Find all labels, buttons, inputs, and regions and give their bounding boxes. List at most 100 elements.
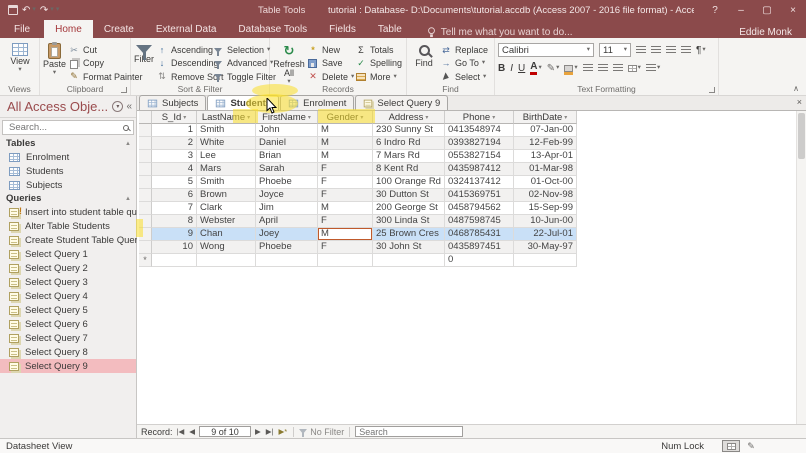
column-filter-icon[interactable]: ▾ xyxy=(183,114,186,121)
cell-r6-address[interactable]: 30 Dutton St xyxy=(373,189,445,202)
paste-button[interactable]: Paste ▾ xyxy=(43,40,66,83)
nav-item-enrolment[interactable]: Enrolment xyxy=(0,150,136,164)
ascending-button[interactable]: ↑ Ascending xyxy=(154,44,210,56)
nav-item-select-query-5[interactable]: Select Query 5 xyxy=(0,303,136,317)
cell-r3-address[interactable]: 7 Mars Rd xyxy=(373,150,445,163)
cell-r1-lastname[interactable]: Smith xyxy=(197,124,256,137)
row-selector-3[interactable] xyxy=(139,150,152,163)
cell-r4-phone[interactable]: 0435987412 xyxy=(445,163,514,176)
cell-r10-phone[interactable]: 0435897451 xyxy=(445,241,514,254)
column-filter-icon[interactable]: ▾ xyxy=(308,114,311,121)
numbering-button[interactable] xyxy=(651,46,661,54)
cell-r5-address[interactable]: 100 Orange Rd xyxy=(373,176,445,189)
refresh-all-button[interactable]: ↻ Refresh All ▾ xyxy=(273,40,305,83)
new-blank-record-button[interactable]: ▶* xyxy=(278,426,289,438)
cell-r7-firstname[interactable]: Jim xyxy=(256,202,318,215)
underline-button[interactable]: U xyxy=(518,63,525,74)
cell-r10-birthdate[interactable]: 30-May-97 xyxy=(514,241,577,254)
align-right-button[interactable] xyxy=(613,64,623,72)
nav-item-alter-table-students[interactable]: Alter Table Students xyxy=(0,219,136,233)
ribbon-tab-table[interactable]: Table xyxy=(367,20,413,38)
remove-sort-button[interactable]: ⇅ Remove Sort xyxy=(154,71,210,83)
nav-item-select-query-1[interactable]: Select Query 1 xyxy=(0,247,136,261)
decrease-indent-button[interactable] xyxy=(666,46,676,54)
row-selector-9[interactable] xyxy=(139,228,152,241)
close-object-icon[interactable]: × xyxy=(797,97,802,107)
column-header-phone[interactable]: Phone▾ xyxy=(445,111,514,124)
collapse-group-icon[interactable]: ▲ xyxy=(125,141,131,147)
cell-r1-phone[interactable]: 0413548974 xyxy=(445,124,514,137)
cell-r7-gender[interactable]: M xyxy=(318,202,373,215)
cell-r2-birthdate[interactable]: 12-Feb-99 xyxy=(514,137,577,150)
cell-r7-address[interactable]: 200 George St xyxy=(373,202,445,215)
cell-r4-s-id[interactable]: 4 xyxy=(152,163,197,176)
selection-button[interactable]: Selection ▾ xyxy=(210,44,278,56)
column-filter-icon[interactable]: ▾ xyxy=(247,114,250,121)
cell-r7-s-id[interactable]: 7 xyxy=(152,202,197,215)
ribbon-tab-home[interactable]: Home xyxy=(44,20,93,38)
clipboard-dialog-launcher[interactable] xyxy=(121,87,127,93)
filter-button[interactable]: Filter xyxy=(134,40,154,83)
cell-r9-s-id[interactable]: 9 xyxy=(152,228,197,241)
align-center-button[interactable] xyxy=(598,64,608,72)
column-header-s-id[interactable]: S_Id▾ xyxy=(152,111,197,124)
gridlines-button[interactable]: ▾ xyxy=(628,65,641,72)
customize-qat-button[interactable]: ▾ xyxy=(56,7,60,13)
cell-r6-lastname[interactable]: Brown xyxy=(197,189,256,202)
shutter-bar-close-icon[interactable]: « xyxy=(126,101,132,112)
column-filter-icon[interactable]: ▾ xyxy=(360,114,363,121)
more-button[interactable]: More ▾ xyxy=(353,71,404,83)
record-search-input[interactable] xyxy=(355,426,463,437)
background-color-button[interactable]: ▾ xyxy=(564,65,577,72)
new-row-lastname[interactable] xyxy=(197,254,256,267)
totals-button[interactable]: Σ Totals xyxy=(353,44,404,56)
nav-item-subjects[interactable]: Subjects xyxy=(0,178,136,192)
cell-r9-phone[interactable]: 0468785431 xyxy=(445,228,514,241)
cell-r5-birthdate[interactable]: 01-Oct-00 xyxy=(514,176,577,189)
cell-r10-address[interactable]: 30 John St xyxy=(373,241,445,254)
toggle-filter-button[interactable]: Toggle Filter xyxy=(210,71,278,83)
highlight-color-button[interactable]: ✎ ▾ xyxy=(547,63,560,74)
new-row-address[interactable] xyxy=(373,254,445,267)
nav-item-create-student-table-query[interactable]: Create Student Table Query xyxy=(0,233,136,247)
new-row-gender[interactable] xyxy=(318,254,373,267)
cell-r10-gender[interactable]: F xyxy=(318,241,373,254)
advanced-button[interactable]: Advanced ▾ xyxy=(210,57,278,69)
text-formatting-dialog-launcher[interactable] xyxy=(709,87,715,93)
go-to-button[interactable]: → Go To ▾ xyxy=(438,57,490,69)
cell-r8-s-id[interactable]: 8 xyxy=(152,215,197,228)
cell-r4-firstname[interactable]: Sarah xyxy=(256,163,318,176)
previous-record-button[interactable]: ◀ xyxy=(188,426,196,438)
cell-r6-s-id[interactable]: 6 xyxy=(152,189,197,202)
descending-button[interactable]: ↓ Descending xyxy=(154,57,210,69)
redo-button[interactable]: ↷ xyxy=(40,5,48,16)
nav-item-select-query-6[interactable]: Select Query 6 xyxy=(0,317,136,331)
undo-button[interactable]: ↶ xyxy=(22,5,30,16)
cell-r5-s-id[interactable]: 5 xyxy=(152,176,197,189)
nav-item-select-query-3[interactable]: Select Query 3 xyxy=(0,275,136,289)
delete-record-button[interactable]: ✕ Delete ▾ xyxy=(305,71,353,83)
nav-item-students[interactable]: Students xyxy=(0,164,136,178)
new-row-phone[interactable]: 0 xyxy=(445,254,514,267)
cell-r1-address[interactable]: 230 Sunny St xyxy=(373,124,445,137)
cell-r1-gender[interactable]: M xyxy=(318,124,373,137)
cell-r2-lastname[interactable]: White xyxy=(197,137,256,150)
navigation-pane-menu-icon[interactable]: ▾ xyxy=(112,101,123,112)
cell-r8-gender[interactable]: F xyxy=(318,215,373,228)
italic-button[interactable]: I xyxy=(510,63,513,74)
scrollbar-thumb[interactable] xyxy=(798,113,805,159)
file-tab[interactable]: File xyxy=(0,20,44,38)
row-selector-8[interactable] xyxy=(139,215,152,228)
minimize-button[interactable]: – xyxy=(728,0,754,20)
cell-r4-address[interactable]: 8 Kent Rd xyxy=(373,163,445,176)
save-record-button[interactable]: Save xyxy=(305,57,353,69)
cell-r7-birthdate[interactable]: 15-Sep-99 xyxy=(514,202,577,215)
no-filter-button[interactable]: No Filter xyxy=(299,427,344,437)
navigation-search-box[interactable] xyxy=(2,120,134,135)
cell-r7-lastname[interactable]: Clark xyxy=(197,202,256,215)
find-button[interactable]: Find xyxy=(410,40,438,83)
view-button[interactable]: View ▾ xyxy=(3,40,37,83)
row-selector-1[interactable] xyxy=(139,124,152,137)
new-row-selector[interactable]: * xyxy=(139,254,152,267)
cell-r5-firstname[interactable]: Phoebe xyxy=(256,176,318,189)
